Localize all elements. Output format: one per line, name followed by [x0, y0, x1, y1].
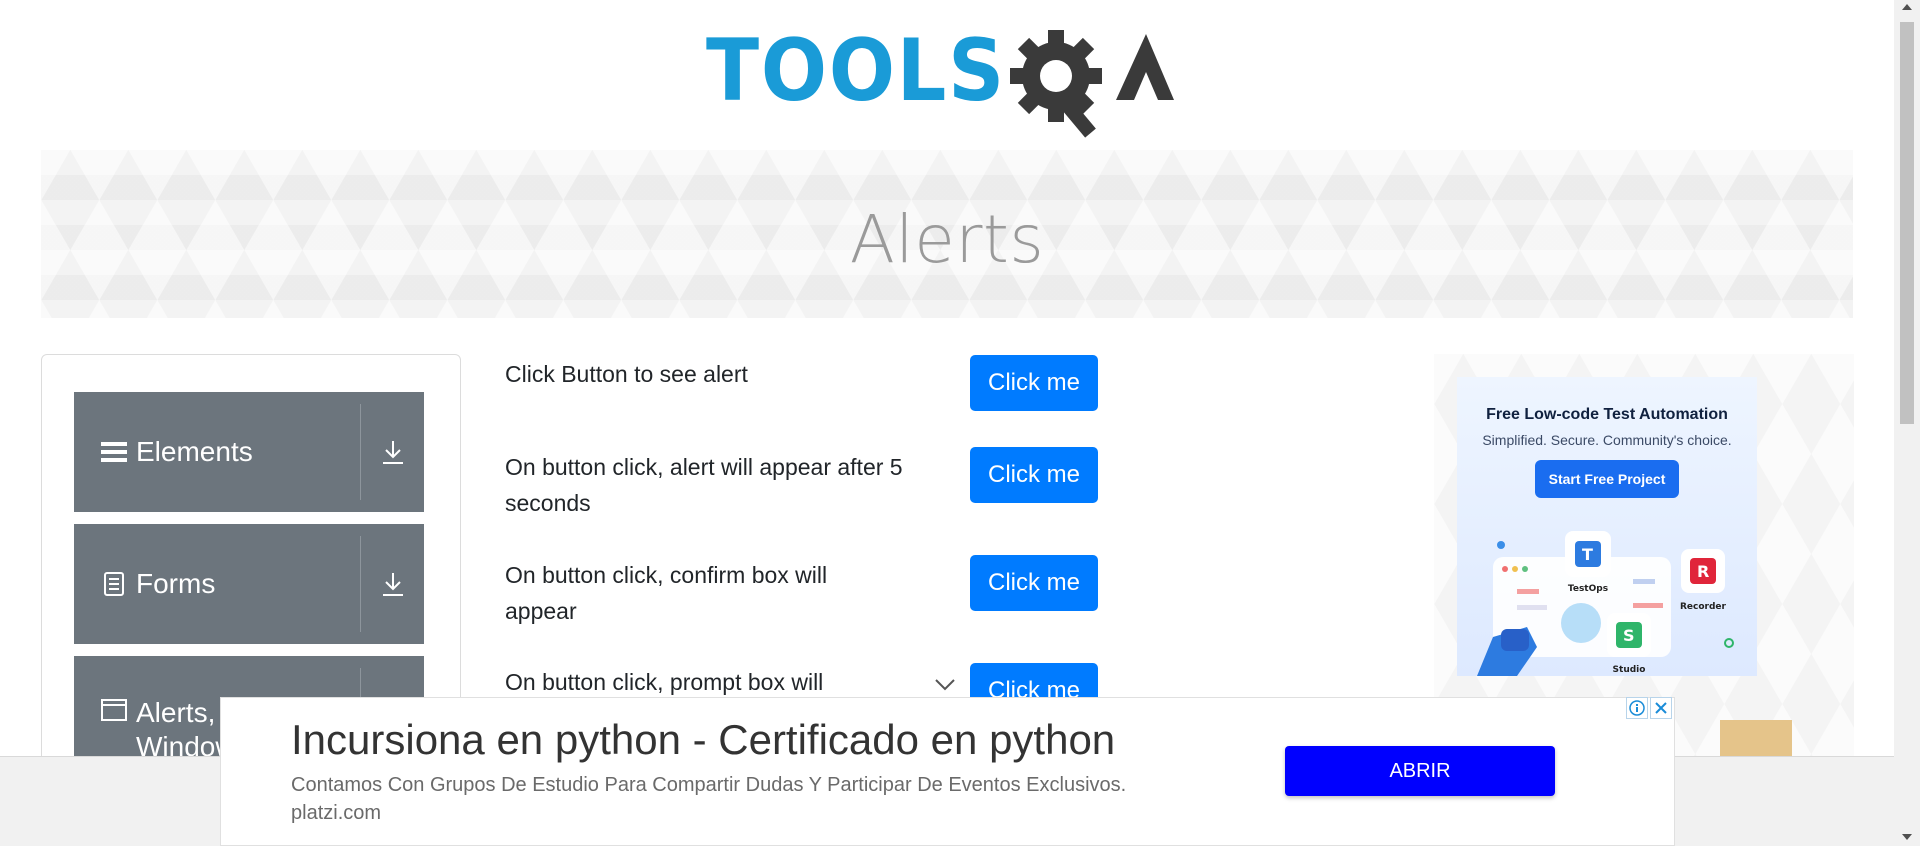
- ad-info-icon[interactable]: [1626, 697, 1648, 719]
- page-header-banner: Alerts: [41, 150, 1853, 318]
- sidebar-group-forms[interactable]: Forms: [74, 524, 424, 644]
- side-ad-illustration: T TestOps R Recorder S Studio: [1477, 531, 1734, 676]
- prompt-row-label: On button click, prompt box will: [505, 669, 824, 695]
- side-ad-title: Free Low-code Test Automation: [1486, 406, 1728, 423]
- bottom-ad-description: Contamos Con Grupos De Estudio Para Comp…: [291, 774, 1127, 796]
- bottom-ad-headline[interactable]: Incursiona en python - Certificado en py…: [291, 716, 1115, 764]
- alert-button[interactable]: Click me: [970, 355, 1098, 411]
- side-ad-subtitle: Simplified. Secure. Community's choice.: [1482, 432, 1732, 448]
- scroll-thumb[interactable]: [1900, 22, 1914, 424]
- confirm-row-label: On button click, confirm box will appear: [505, 562, 828, 624]
- testops-label: TestOps: [1568, 584, 1608, 594]
- sidebar-group-label: Forms: [136, 568, 216, 599]
- bottom-ad-domain[interactable]: platzi.com: [291, 802, 381, 825]
- alert-row-label: Click Button to see alert: [505, 361, 748, 387]
- bottom-ad-banner[interactable]: Incursiona en python - Certificado en py…: [220, 697, 1675, 846]
- svg-text:T: T: [1582, 545, 1593, 564]
- svg-text:S: S: [1623, 626, 1635, 645]
- side-ad[interactable]: Free Low-code Test Automation Simplified…: [1457, 377, 1757, 676]
- window-icon: [100, 696, 128, 724]
- timer-alert-button[interactable]: Click me: [970, 447, 1098, 503]
- scroll-down-arrow-icon[interactable]: [1902, 834, 1912, 840]
- side-ad-secondary[interactable]: [1720, 720, 1792, 760]
- svg-text:TOOLS: TOOLS: [706, 21, 1006, 121]
- timer-alert-row-label: On button click, alert will appear after…: [505, 454, 903, 516]
- sidebar-group-label: Elements: [136, 436, 253, 467]
- studio-label: Studio: [1613, 665, 1646, 675]
- document-icon: [100, 570, 128, 598]
- chevron-down-icon[interactable]: [934, 678, 956, 692]
- download-arrow-icon[interactable]: [361, 571, 424, 597]
- scroll-up-arrow-icon[interactable]: [1902, 4, 1912, 10]
- sidebar-group-elements[interactable]: Elements: [74, 392, 424, 512]
- svg-text:R: R: [1697, 562, 1709, 581]
- download-arrow-icon[interactable]: [361, 439, 424, 465]
- hamburger-icon: [100, 438, 128, 466]
- page-title: Alerts: [849, 200, 1045, 278]
- side-ad-cta-button[interactable]: Start Free Project: [1534, 460, 1680, 498]
- recorder-label: Recorder: [1680, 602, 1727, 612]
- ad-close-icon[interactable]: [1650, 697, 1672, 719]
- vertical-scrollbar[interactable]: [1894, 0, 1920, 846]
- confirm-button[interactable]: Click me: [970, 555, 1098, 611]
- toolsqa-logo[interactable]: TOOLS: [706, 20, 1192, 138]
- bottom-ad-cta-button[interactable]: ABRIR: [1285, 746, 1555, 796]
- ad-controls: [1626, 697, 1674, 719]
